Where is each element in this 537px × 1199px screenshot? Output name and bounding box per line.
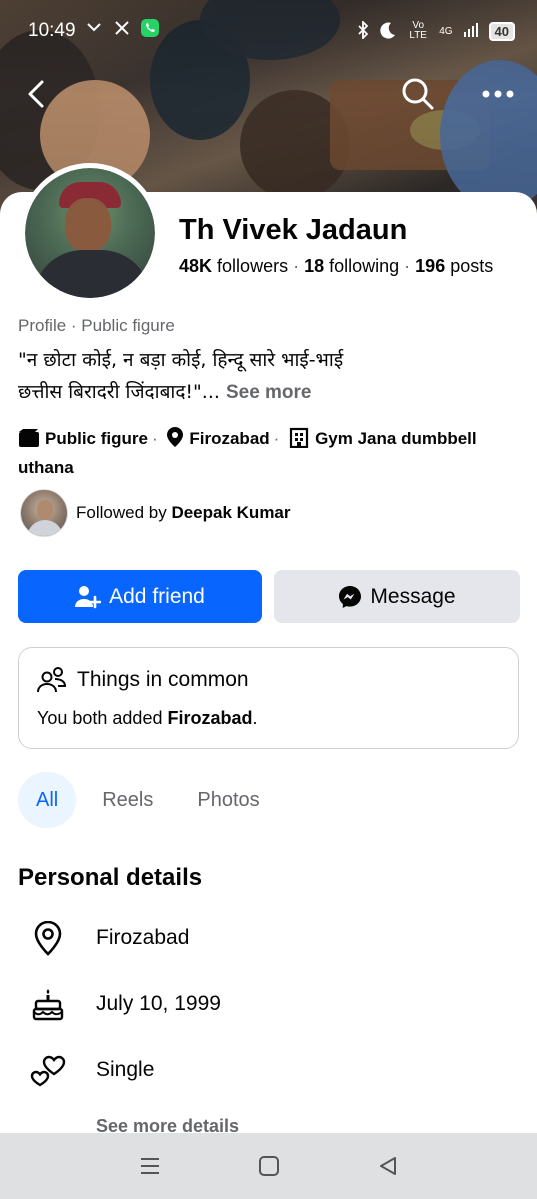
- volte-indicator: Vo LTE: [409, 20, 427, 41]
- things-in-common-card[interactable]: Things in common You both added Firozaba…: [18, 647, 519, 749]
- detail-location-value: Firozabad: [96, 926, 190, 949]
- home-square-icon: [258, 1156, 279, 1176]
- intro-separator: ·: [151, 429, 158, 448]
- do-not-disturb-moon-icon: [379, 21, 397, 42]
- cover-nav-bar: [0, 76, 537, 116]
- whatsapp-icon: [140, 18, 160, 44]
- mutual-avatar-face: [37, 500, 53, 520]
- detail-row-relationship: Single: [26, 1050, 154, 1090]
- back-triangle-icon: [379, 1157, 396, 1175]
- common-text-prefix: You both added: [37, 708, 163, 728]
- clapperboard-icon: [18, 428, 40, 455]
- profile-category: Profile · Public figure: [18, 316, 175, 335]
- profile-bio: "न छोटा कोई, न बड़ा कोई, हिन्दू सारे भाई…: [18, 344, 518, 409]
- more-options-button[interactable]: [478, 80, 518, 108]
- people-icon: [37, 666, 67, 694]
- intro-separator: ·: [273, 429, 280, 448]
- things-in-common-text: You both added Firozabad.: [37, 708, 258, 729]
- add-friend-icon: [75, 585, 102, 609]
- profile-name: Th Vivek Jadaun: [179, 214, 408, 246]
- things-in-common-title: Things in common: [77, 668, 249, 691]
- tab-photos[interactable]: Photos: [179, 772, 277, 828]
- more-dots-icon: [482, 90, 514, 98]
- menu-lines-icon: [140, 1158, 159, 1174]
- stats-separator: ·: [293, 256, 300, 276]
- followed-by-row[interactable]: Followed by Deepak Kumar: [20, 489, 291, 537]
- bluetooth-icon: [357, 19, 369, 42]
- system-back-button[interactable]: [368, 1146, 408, 1186]
- battery-indicator: 40: [488, 21, 515, 41]
- intro-details: Public figure · Firozabad · Gym Jana dumbb…: [18, 426, 518, 480]
- detail-row-birthday: July 10, 1999: [26, 984, 221, 1024]
- workplace-building-icon: [288, 426, 310, 455]
- avatar-photo: [25, 168, 155, 298]
- recents-button[interactable]: [130, 1146, 170, 1186]
- posts-label: posts: [450, 256, 494, 276]
- bio-see-more-link[interactable]: See more: [226, 382, 312, 403]
- bio-line: "न छोटा कोई, न बड़ा कोई, हिन्दू सारे भाई…: [18, 349, 344, 371]
- followers-count[interactable]: 48K: [179, 256, 212, 276]
- detail-row-location: Firozabad: [26, 918, 189, 958]
- profile-stats: 48K followers · 18 following · 196 posts: [179, 256, 493, 277]
- signal-icon: [463, 22, 479, 41]
- avatar-body: [33, 250, 151, 298]
- personal-details-title: Personal details: [18, 864, 203, 891]
- add-friend-label: Add friend: [109, 584, 205, 608]
- home-button[interactable]: [249, 1146, 289, 1186]
- mutual-friend-avatar: [20, 489, 68, 537]
- intro-location[interactable]: Firozabad: [189, 429, 269, 448]
- followed-by-name[interactable]: Deepak Kumar: [171, 503, 290, 522]
- hearts-icon: [26, 1050, 70, 1090]
- common-text-suffix: .: [252, 708, 258, 728]
- add-friend-button[interactable]: Add friend: [18, 570, 262, 623]
- profile-tabs: All Reels Photos: [18, 772, 286, 828]
- stats-separator: ·: [404, 256, 411, 276]
- birthday-cake-icon: [26, 984, 70, 1024]
- profile-avatar[interactable]: [20, 163, 160, 303]
- messenger-icon: [338, 585, 362, 609]
- mutual-avatar-body: [27, 520, 63, 536]
- detail-birthday-value: July 10, 1999: [96, 992, 221, 1015]
- location-pin-icon: [26, 918, 70, 958]
- network-type: 4G: [439, 25, 453, 37]
- back-button[interactable]: [20, 76, 56, 112]
- followed-by-text: Followed by Deepak Kumar: [76, 503, 291, 523]
- posts-count: 196: [415, 256, 446, 276]
- followers-label[interactable]: followers: [217, 256, 288, 276]
- missed-call-icon: [86, 20, 104, 42]
- bio-line: छत्तीस बिरादरी जिंदाबाद!"...: [18, 381, 220, 403]
- avatar-face: [65, 198, 111, 252]
- tab-reels[interactable]: Reels: [84, 772, 171, 828]
- status-bar: 10:49 Vo LTE 4G 40: [28, 14, 515, 48]
- followed-by-prefix: Followed by: [76, 503, 167, 522]
- search-button[interactable]: [400, 76, 436, 112]
- message-label: Message: [370, 584, 456, 608]
- search-icon: [402, 78, 434, 110]
- location-pin-icon: [166, 426, 184, 455]
- tab-all[interactable]: All: [18, 772, 77, 828]
- back-arrow-icon: [28, 80, 44, 108]
- intro-public-figure: Public figure: [45, 429, 148, 448]
- following-count[interactable]: 18: [304, 256, 324, 276]
- common-place: Firozabad: [167, 708, 253, 728]
- detail-relationship-value: Single: [96, 1058, 155, 1081]
- system-navigation-bar: [0, 1133, 537, 1199]
- message-button[interactable]: Message: [274, 570, 520, 623]
- following-label[interactable]: following: [329, 256, 399, 276]
- x-app-icon: [114, 20, 130, 42]
- status-time: 10:49: [28, 20, 76, 41]
